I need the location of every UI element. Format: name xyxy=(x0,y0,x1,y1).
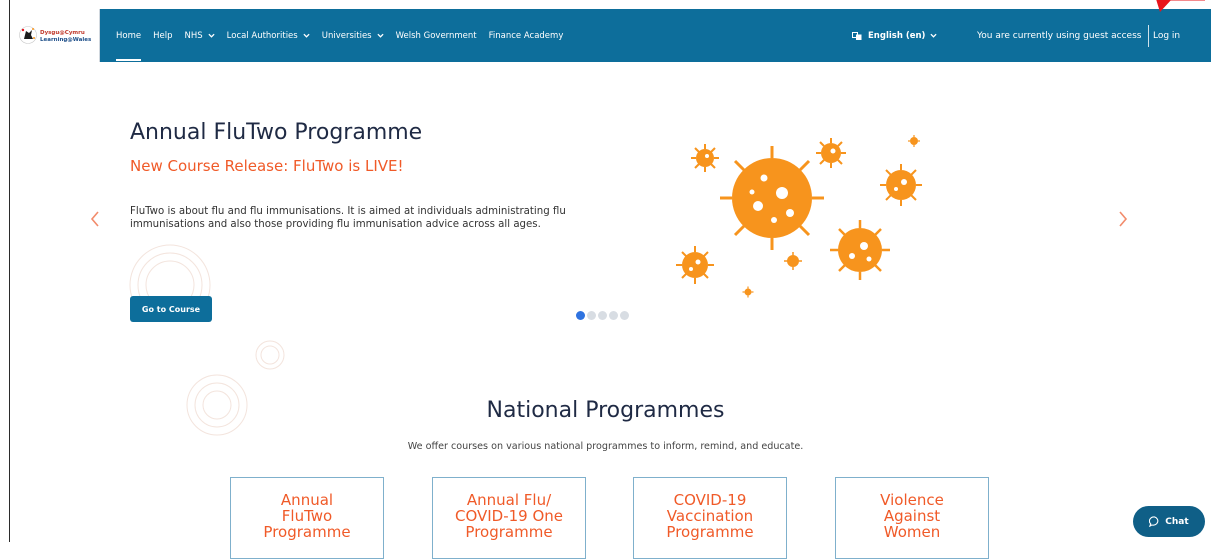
chevron-down-icon xyxy=(303,33,310,38)
carousel-dot[interactable] xyxy=(620,311,629,320)
card-title-line: Programme xyxy=(263,523,351,541)
decorative-circles xyxy=(186,340,285,436)
nav-item-home[interactable]: Home xyxy=(116,9,142,62)
slide-title: Annual FluTwo Programme xyxy=(130,120,423,145)
slide-subtitle: New Course Release: FluTwo is LIVE! xyxy=(130,157,404,175)
programme-card-annual-flutwo[interactable]: Annual FluTwo Programme xyxy=(230,477,384,559)
top-navbar: Dysgu@Cymru Learning@Wales Home Help NHS… xyxy=(10,9,1211,62)
section-title: National Programmes xyxy=(486,398,725,423)
window-frame-top xyxy=(0,0,1211,9)
nav-item-finance-academy[interactable]: Finance Academy xyxy=(489,9,564,62)
card-title-line: Programme xyxy=(666,523,754,541)
card-title-line: Annual Flu/ xyxy=(466,491,552,509)
virus-illustration xyxy=(676,135,922,298)
programme-card-covid-vaccination[interactable]: COVID-19 Vaccination Programme xyxy=(633,477,787,559)
nav-item-help[interactable]: Help xyxy=(153,9,172,62)
carousel-dot[interactable] xyxy=(609,311,618,320)
card-title-line: COVID-19 One xyxy=(454,507,564,525)
language-icon xyxy=(852,31,862,40)
logo-text-welsh: Dysgu@Cymru xyxy=(40,30,85,36)
slide-description: FluTwo is about flu and flu immunisation… xyxy=(130,206,566,230)
card-title-line: COVID-19 xyxy=(673,491,747,509)
nav-label: NHS xyxy=(184,30,203,41)
chevron-down-icon xyxy=(377,33,384,38)
chevron-down-icon xyxy=(208,33,215,38)
nav-item-nhs[interactable]: NHS xyxy=(185,9,215,62)
programme-card-title: Violence Against Women xyxy=(836,492,988,540)
section-subtitle: We offer courses on various national pro… xyxy=(407,441,804,452)
nav-label: Local Authorities xyxy=(226,30,298,41)
logo-text-english: Learning@Wales xyxy=(40,37,92,43)
nav-label: Universities xyxy=(321,30,372,41)
nav-item-local-authorities[interactable]: Local Authorities xyxy=(227,9,310,62)
login-link[interactable]: Log in xyxy=(1153,9,1180,62)
window-frame-left xyxy=(0,0,10,542)
carousel-indicators xyxy=(576,311,629,320)
card-title-line: Annual xyxy=(280,491,334,509)
card-title-line: Vaccination xyxy=(666,507,754,525)
card-title-line: Women xyxy=(883,523,941,541)
carousel-next-arrow-icon[interactable] xyxy=(1117,209,1129,229)
guest-access-text: You are currently using guest access xyxy=(977,30,1142,41)
chevron-down-icon xyxy=(930,33,938,38)
programme-card-title: Annual Flu/ COVID-19 One Programme xyxy=(433,492,585,540)
go-to-course-button[interactable]: Go to Course xyxy=(130,296,212,322)
nav-label: Help xyxy=(153,30,173,41)
nav-label: Welsh Government xyxy=(395,30,477,41)
nav-label: Home xyxy=(116,30,142,41)
site-logo[interactable]: Dysgu@Cymru Learning@Wales xyxy=(10,9,100,62)
nav-label: Finance Academy xyxy=(488,30,564,41)
main-nav: Home Help NHS Local Authorities Universi… xyxy=(116,9,575,62)
chat-label: Chat xyxy=(1165,516,1189,527)
programme-card-annual-flu-covid[interactable]: Annual Flu/ COVID-19 One Programme xyxy=(432,477,586,559)
card-title-line: Programme xyxy=(465,523,553,541)
card-title-line: FluTwo xyxy=(281,507,333,525)
language-label: English (en) xyxy=(868,30,926,41)
card-title-line: Violence xyxy=(880,491,944,509)
chat-button[interactable]: Chat xyxy=(1133,506,1205,537)
carousel-dot[interactable] xyxy=(598,311,607,320)
nav-item-welsh-government[interactable]: Welsh Government xyxy=(396,9,477,62)
programme-card-violence-against-women[interactable]: Violence Against Women xyxy=(835,477,989,559)
card-title-line: Against xyxy=(883,507,941,525)
carousel-prev-arrow-icon[interactable] xyxy=(89,209,101,229)
carousel-dot[interactable] xyxy=(587,311,596,320)
language-selector[interactable]: English (en) xyxy=(852,9,938,62)
programme-card-title: COVID-19 Vaccination Programme xyxy=(634,492,786,540)
navbar-divider xyxy=(1148,25,1149,47)
nav-item-universities[interactable]: Universities xyxy=(322,9,384,62)
chat-bubble-icon xyxy=(1149,516,1159,527)
decorative-circles xyxy=(129,244,211,300)
dragon-logo-icon xyxy=(19,26,37,44)
carousel-dot[interactable] xyxy=(576,311,585,320)
annotation-arrow-icon xyxy=(1156,0,1205,12)
programme-card-title: Annual FluTwo Programme xyxy=(231,492,383,540)
